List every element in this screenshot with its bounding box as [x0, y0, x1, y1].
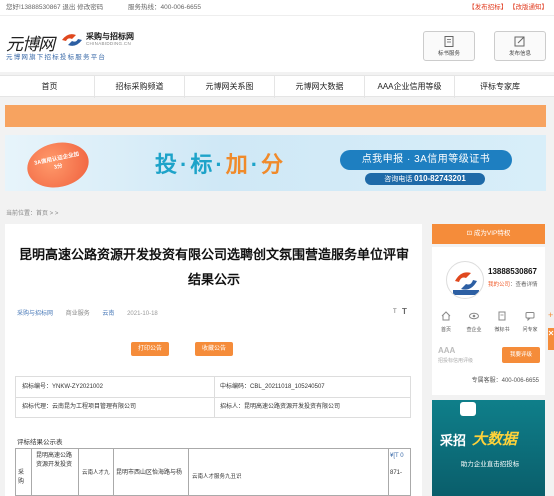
company-link[interactable]: 我的公司：查看详情 — [488, 280, 538, 288]
publish-info-button[interactable]: 发布信息 — [494, 31, 546, 61]
nav-item-big-data[interactable]: 元博网大数据 — [275, 76, 365, 98]
nav-item-home[interactable]: 首页 — [5, 76, 95, 98]
credit-banner[interactable]: 3A信用认证企业加3分 投·标·加·分 点我申报 · 3A信用等级证书 咨询电话… — [5, 135, 546, 191]
headline-char-4: 分 — [261, 152, 287, 177]
big-data-ad[interactable]: 采招 大数据 助力企业直击招投标 — [432, 400, 545, 496]
logout-link[interactable]: 退出 — [62, 4, 75, 11]
chat-icon — [525, 312, 535, 321]
publish-bid-link[interactable]: 【发布招标】 — [468, 4, 507, 11]
tool-home[interactable]: 首页 — [432, 311, 460, 333]
document-icon — [498, 311, 506, 321]
bid-service-label: 标书服务 — [437, 51, 460, 57]
top-right-links: 【发布招标】 【改版通知】 — [468, 0, 548, 16]
publish-info-label: 发布信息 — [508, 51, 531, 57]
ad-title-1: 采招 — [440, 433, 467, 448]
sidebar: ⊡ 成为VIP特权 13888530867 我的公司：查看详情 首页 查企业 微… — [432, 224, 545, 496]
info-code: 招标编号：YNKW-ZY2021002 — [22, 384, 103, 390]
consult-phone: 咨询电话 010-82743201 — [365, 173, 485, 185]
edit-icon — [514, 36, 525, 47]
user-phone: 13888530867 — [488, 267, 537, 276]
font-small-button[interactable]: T — [393, 309, 397, 315]
ad-tagline: 助力企业直击招投标 — [460, 461, 520, 468]
logo-icon — [62, 34, 82, 46]
article-source[interactable]: 采购与招标网 — [17, 311, 53, 317]
result-section-title: 评标结果公示表 — [17, 439, 63, 446]
banner-headline: 投·标·加·分 — [155, 152, 287, 177]
user-card: 13888530867 我的公司：查看详情 首页 查企业 微标书 问专家 AAA… — [432, 247, 545, 395]
print-button[interactable]: 打印公告 — [131, 342, 169, 356]
close-icon[interactable]: + — [546, 302, 554, 382]
tool-ask-expert[interactable]: 问专家 — [516, 311, 544, 333]
tool-search-company[interactable]: 查企业 — [460, 311, 488, 333]
result-cell-tel: 871- — [390, 470, 403, 476]
logo-domain: CHINABIDDING.CN — [86, 41, 132, 46]
result-cell-org: 云南人才服务九丑识 — [192, 474, 242, 480]
headline-char-3: 加 — [225, 152, 251, 177]
article-meta: 采购与招标网 商业服务 云南 2021-10-18 — [17, 308, 169, 317]
document-icon — [444, 36, 454, 47]
tool-micro-bid[interactable]: 微标书 — [488, 311, 516, 333]
company-logo-icon — [453, 272, 479, 295]
info-table: 招标编号：YNKW-ZY2021002 中标编码：CBL_20211018_10… — [15, 376, 411, 418]
ad-title-2: 大数据 — [472, 431, 518, 448]
nav-item-credit-rating[interactable]: AAA企业信用等级 — [365, 76, 455, 98]
headline-char-1: 投 — [155, 152, 181, 177]
article-region[interactable]: 云南 — [102, 311, 114, 317]
avatar[interactable] — [446, 261, 484, 299]
article-title: 昆明高速公路资源开发投资有限公司选聘创文氛围营造服务单位评审结果公示 — [19, 247, 410, 287]
consult-phone-number: 010-82743201 — [414, 174, 466, 183]
user-info: 您好!13888530867 退出 修改密码 — [6, 0, 103, 16]
svg-text:+: + — [548, 310, 553, 320]
nav-item-procurement[interactable]: 招标采购频道 — [95, 76, 185, 98]
hotline-text: 服务热线：400-006-6655 — [128, 4, 201, 11]
eye-icon — [469, 312, 479, 320]
apply-pill[interactable]: 点我申报 · 3A信用等级证书 — [340, 150, 512, 170]
info-bid-code: 中标编码：CBL_20211018_105240507 — [220, 384, 325, 390]
favorite-button[interactable]: 收藏公告 — [195, 342, 233, 356]
article-category: 商业服务 — [65, 311, 90, 317]
bid-service-button[interactable]: 标书服务 — [423, 31, 475, 61]
font-large-button[interactable]: T — [402, 307, 407, 316]
site-header: 元博网 采购与招标网 CHINABIDDING.CN 元博网旗下招标投标服务平台… — [0, 16, 554, 72]
article-date: 2021-10-18 — [127, 311, 158, 317]
consult-phone-label: 咨询电话 — [384, 176, 413, 183]
quick-tools: 首页 查企业 微标书 问专家 — [432, 311, 545, 341]
nav-item-relation-map[interactable]: 元博网关系图 — [185, 76, 275, 98]
vip-button[interactable]: ⊡ 成为VIP特权 — [432, 224, 545, 244]
site-slogan: 元博网旗下招标投标服务平台 — [6, 54, 107, 61]
article-panel: 昆明高速公路资源开发投资有限公司选聘创文氛围营造服务单位评审结果公示 采购与招标… — [5, 224, 422, 496]
apply-rating-button[interactable]: 我要评级 — [502, 347, 540, 363]
vip-icon: ⊡ — [466, 230, 474, 237]
breadcrumb: 当前位置：首页 > > — [6, 211, 59, 217]
home-icon — [441, 311, 451, 321]
phone-icon — [460, 402, 476, 416]
promo-strip[interactable] — [5, 105, 546, 127]
vip-label: 成为VIP特权 — [473, 230, 511, 237]
result-table: 采 购 昆明高速公路资源开发投资 云南人才九 昆明市西山区怡海路与杨 云南人才服… — [15, 448, 411, 496]
headline-char-2: 标 — [190, 152, 216, 177]
change-password-link[interactable]: 修改密码 — [77, 4, 103, 11]
revision-notice-link[interactable]: 【改版通知】 — [509, 4, 548, 11]
aaa-label: AAA — [438, 346, 456, 355]
sidebar-hotline: 专属客服：400-006-6655 — [471, 378, 539, 384]
floating-toolbar[interactable]: + — [546, 302, 554, 382]
credit-badge-text: 3A信用认证企业加3分 — [33, 151, 80, 171]
greeting-text: 您好!13888530867 — [6, 4, 61, 11]
result-cell-price[interactable]: ¥[T 0 — [390, 452, 410, 461]
result-cell-address: 昆明市西山区怡海路与杨 — [116, 470, 183, 476]
main-nav: 首页 招标采购频道 元博网关系图 元博网大数据 AAA企业信用等级 评标专家库 — [0, 75, 554, 98]
result-cell-type: 采 购 — [18, 470, 25, 485]
aaa-subtitle: 招投标信用评级 — [438, 358, 474, 364]
top-bar: 您好!13888530867 退出 修改密码 服务热线：400-006-6655… — [0, 0, 554, 16]
info-bidder: 招标人：昆明高速公路资源开发投资有限公司 — [220, 404, 341, 410]
info-agent: 招标代理：云南昆为工程项目管理有限公司 — [22, 404, 137, 410]
credit-badge: 3A信用认证企业加3分 — [23, 137, 93, 191]
result-cell-buyer: 昆明高速公路资源开发投资 — [36, 453, 73, 468]
nav-item-expert-pool[interactable]: 评标专家库 — [455, 76, 545, 98]
result-cell-winner: 云南人才九 — [82, 470, 110, 476]
